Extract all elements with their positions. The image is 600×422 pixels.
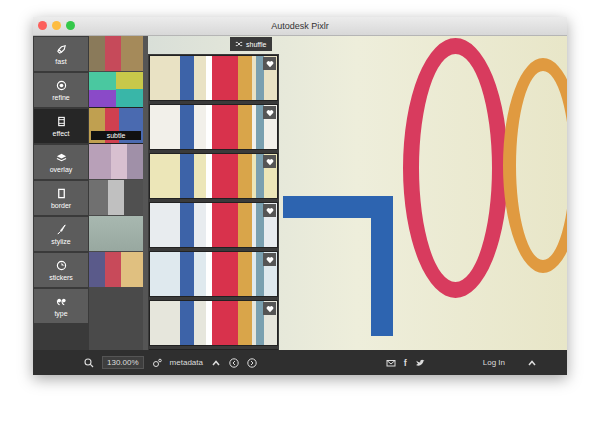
- variant-thumbnail[interactable]: [149, 153, 278, 199]
- tool-label: stylize: [51, 238, 70, 245]
- heart-icon: [266, 158, 274, 166]
- title-bar: Autodesk Pixlr: [33, 17, 567, 36]
- next-icon[interactable]: [247, 358, 257, 368]
- page: Autodesk Pixlr fast refine effect overlay bor…: [0, 0, 600, 422]
- variant-thumbnail[interactable]: [149, 349, 278, 350]
- effect-thumbnail[interactable]: [89, 216, 143, 251]
- variant-thumbnail[interactable]: [149, 104, 278, 150]
- effect-thumbnail[interactable]: [89, 144, 143, 179]
- heart-icon: [266, 207, 274, 215]
- chevron-up-icon[interactable]: [211, 358, 221, 368]
- app-window: Autodesk Pixlr fast refine effect overlay bor…: [33, 17, 567, 375]
- effect-thumbnail[interactable]: [89, 36, 143, 71]
- tool-button[interactable]: stylize: [34, 217, 88, 251]
- window-controls: [38, 21, 75, 30]
- close-button[interactable]: [38, 21, 47, 30]
- variant-thumbnail[interactable]: [149, 55, 278, 101]
- effect-thumbnail[interactable]: subtle: [89, 108, 143, 143]
- bottom-bar: 130.00% metadata f Log In: [33, 350, 567, 375]
- variant-thumbnail[interactable]: [149, 251, 278, 297]
- brush-icon: [56, 224, 67, 235]
- layers-icon: [56, 152, 67, 163]
- shuffle-icon: [235, 40, 243, 48]
- heart-icon: [266, 256, 274, 264]
- favorite-button[interactable]: [263, 155, 276, 168]
- magnifier-icon[interactable]: [84, 358, 94, 368]
- tool-label: refine: [52, 94, 70, 101]
- favorite-button[interactable]: [263, 57, 276, 70]
- shuffle-button[interactable]: shuffle: [230, 37, 272, 51]
- rotate-icon[interactable]: [152, 358, 162, 368]
- tool-label: border: [51, 202, 71, 209]
- effect-thumbnail[interactable]: [89, 180, 143, 215]
- rocket-icon: [56, 44, 67, 55]
- favorite-button[interactable]: [263, 253, 276, 266]
- effect-thumbnails: subtle: [89, 36, 143, 350]
- tool-label: type: [54, 310, 67, 317]
- metadata-button[interactable]: metadata: [170, 358, 203, 367]
- tool-label: stickers: [49, 274, 73, 281]
- tool-button[interactable]: overlay: [34, 145, 88, 179]
- chevron-up-icon[interactable]: [527, 358, 537, 368]
- window-title: Autodesk Pixlr: [271, 21, 329, 31]
- effect-thumbnail[interactable]: [89, 72, 143, 107]
- heart-icon: [266, 305, 274, 313]
- variant-list: [148, 54, 279, 350]
- zoom-field[interactable]: 130.00%: [102, 356, 144, 369]
- minimize-button[interactable]: [52, 21, 61, 30]
- twitter-icon[interactable]: [415, 358, 425, 368]
- variant-thumbnail[interactable]: [149, 300, 278, 346]
- film-icon: [56, 116, 67, 127]
- tool-sidebar: fast refine effect overlay border stylize stic…: [33, 36, 89, 350]
- previous-icon[interactable]: [229, 358, 239, 368]
- mail-icon[interactable]: [386, 358, 396, 368]
- heart-icon: [266, 109, 274, 117]
- effect-thumbnail[interactable]: [89, 252, 143, 287]
- workspace: fast refine effect overlay border stylize stic…: [33, 36, 567, 350]
- frame-icon: [56, 188, 67, 199]
- zoom-button[interactable]: [66, 21, 75, 30]
- tool-button[interactable]: fast: [34, 37, 88, 71]
- tool-button[interactable]: stickers: [34, 253, 88, 287]
- heart-icon: [266, 60, 274, 68]
- login-button[interactable]: Log In: [483, 358, 505, 367]
- tool-button[interactable]: type: [34, 289, 88, 323]
- tool-button[interactable]: border: [34, 181, 88, 215]
- target-icon: [56, 80, 67, 91]
- tool-button[interactable]: refine: [34, 73, 88, 107]
- quote-icon: [56, 296, 67, 307]
- variant-thumbnail[interactable]: [149, 202, 278, 248]
- tool-label: overlay: [50, 166, 73, 173]
- favorite-button[interactable]: [263, 106, 276, 119]
- tool-label: fast: [55, 58, 66, 65]
- effect-caption: subtle: [91, 131, 141, 140]
- sticker-icon: [56, 260, 67, 271]
- tool-label: effect: [53, 130, 70, 137]
- canvas-area: shuffle: [143, 36, 567, 350]
- facebook-button[interactable]: f: [404, 358, 407, 368]
- tool-button[interactable]: effect: [34, 109, 88, 143]
- favorite-button[interactable]: [263, 302, 276, 315]
- favorite-button[interactable]: [263, 204, 276, 217]
